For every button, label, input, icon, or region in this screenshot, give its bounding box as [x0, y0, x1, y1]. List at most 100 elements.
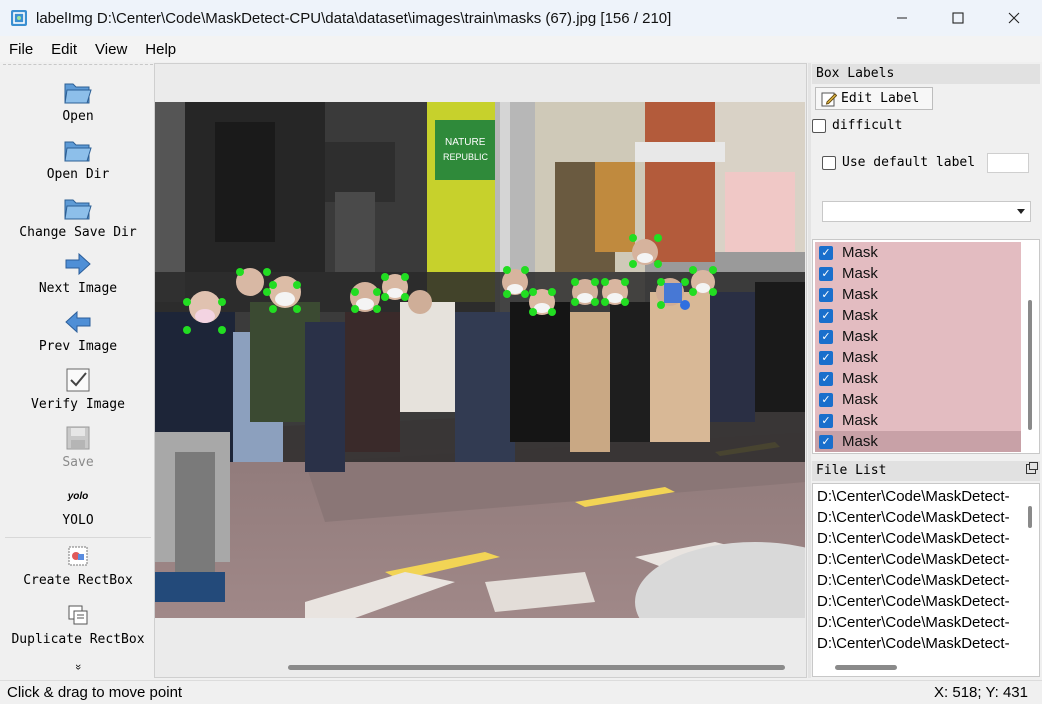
change-save-dir-button[interactable]: Change Save Dir: [3, 193, 153, 240]
annotation-points-layer[interactable]: [155, 102, 805, 618]
annotation-point[interactable]: [571, 278, 579, 286]
checkbox-checked-icon[interactable]: ✓: [819, 266, 833, 281]
file-list-horizontal-scroll-thumb[interactable]: [835, 665, 897, 670]
checkbox-checked-icon[interactable]: ✓: [819, 245, 833, 260]
annotation-point[interactable]: [401, 273, 409, 281]
label-list-item[interactable]: ✓ Mask: [815, 410, 1021, 431]
annotation-point[interactable]: [351, 288, 359, 296]
annotation-point[interactable]: [236, 268, 244, 276]
annotation-point[interactable]: [263, 268, 271, 276]
annotation-point[interactable]: [521, 290, 529, 298]
annotation-point[interactable]: [269, 281, 277, 289]
menu-edit[interactable]: Edit: [42, 41, 86, 58]
annotation-point[interactable]: [591, 298, 599, 306]
annotation-point[interactable]: [621, 278, 629, 286]
annotation-point[interactable]: [689, 288, 697, 296]
close-button[interactable]: [986, 0, 1042, 36]
annotation-point[interactable]: [529, 288, 537, 296]
annotation-point[interactable]: [183, 326, 191, 334]
menu-help[interactable]: Help: [136, 41, 185, 58]
toolbar-more-button[interactable]: »: [3, 661, 153, 673]
annotation-point[interactable]: [709, 288, 717, 296]
file-list-item[interactable]: D:\Center\Code\MaskDetect-: [817, 549, 1022, 570]
menu-file[interactable]: File: [0, 41, 42, 58]
annotation-point[interactable]: [351, 305, 359, 313]
annotation-point[interactable]: [521, 266, 529, 274]
annotation-point[interactable]: [269, 305, 277, 313]
annotation-point[interactable]: [621, 298, 629, 306]
annotation-point[interactable]: [657, 301, 665, 309]
label-list-item[interactable]: ✓ Mask: [815, 263, 1021, 284]
open-dir-button[interactable]: Open Dir: [3, 135, 153, 182]
annotation-point[interactable]: [401, 293, 409, 301]
annotation-point[interactable]: [373, 288, 381, 296]
annotation-point[interactable]: [601, 278, 609, 286]
annotation-point[interactable]: [293, 305, 301, 313]
checkbox-checked-icon[interactable]: ✓: [819, 413, 833, 428]
open-button[interactable]: Open: [3, 77, 153, 124]
checkbox-checked-icon[interactable]: ✓: [819, 350, 833, 365]
minimize-button[interactable]: [874, 0, 930, 36]
annotation-point[interactable]: [381, 293, 389, 301]
file-list-item[interactable]: D:\Center\Code\MaskDetect-: [817, 507, 1022, 528]
label-list-item[interactable]: ✓ Mask: [815, 347, 1021, 368]
dock-float-icon[interactable]: [1026, 462, 1038, 474]
annotation-point[interactable]: [503, 290, 511, 298]
menu-view[interactable]: View: [86, 41, 136, 58]
checkbox-checked-icon[interactable]: ✓: [819, 434, 833, 449]
label-list-scroll-thumb[interactable]: [1028, 300, 1032, 430]
difficult-checkbox-row[interactable]: difficult: [812, 118, 902, 133]
annotation-point[interactable]: [183, 298, 191, 306]
checkbox-checked-icon[interactable]: ✓: [819, 308, 833, 323]
use-default-label-checkbox[interactable]: [822, 155, 836, 170]
save-button[interactable]: Save: [3, 423, 153, 470]
create-rectbox-button[interactable]: Create RectBox: [3, 541, 153, 588]
label-combo-box[interactable]: [822, 201, 1031, 222]
checkbox-checked-icon[interactable]: ✓: [819, 287, 833, 302]
checkbox-checked-icon[interactable]: ✓: [819, 329, 833, 344]
label-list-item[interactable]: ✓ Mask: [815, 242, 1021, 263]
annotation-point[interactable]: [657, 278, 665, 286]
selected-annotation-box[interactable]: [664, 283, 682, 303]
annotation-point[interactable]: [654, 234, 662, 242]
file-list-item[interactable]: D:\Center\Code\MaskDetect-: [817, 612, 1022, 633]
annotation-point[interactable]: [601, 298, 609, 306]
label-list-item[interactable]: ✓ Mask: [815, 326, 1021, 347]
file-list-vertical-scroll-thumb[interactable]: [1028, 506, 1032, 528]
annotation-point[interactable]: [654, 260, 662, 268]
file-list-item[interactable]: D:\Center\Code\MaskDetect-: [817, 570, 1022, 591]
annotation-point[interactable]: [629, 234, 637, 242]
annotation-point[interactable]: [548, 308, 556, 316]
verify-image-button[interactable]: Verify Image: [3, 365, 153, 412]
annotation-point[interactable]: [591, 278, 599, 286]
box-label-list[interactable]: ✓ Mask ✓ Mask ✓ Mask ✓ Mask ✓ Mask ✓ Mask ✓ Mas…: [812, 239, 1040, 454]
annotation-point[interactable]: [571, 298, 579, 306]
annotation-point[interactable]: [689, 266, 697, 274]
annotation-point[interactable]: [218, 298, 226, 306]
edit-label-button[interactable]: Edit Label: [815, 87, 933, 110]
file-list-item[interactable]: D:\Center\Code\MaskDetect-: [817, 591, 1022, 612]
duplicate-rectbox-button[interactable]: Duplicate RectBox: [3, 600, 153, 647]
annotation-point[interactable]: [381, 273, 389, 281]
label-list-item[interactable]: ✓ Mask: [815, 305, 1021, 326]
annotation-point[interactable]: [218, 326, 226, 334]
annotated-image[interactable]: NATURE REPUBLIC: [155, 102, 805, 618]
annotation-point[interactable]: [548, 288, 556, 296]
file-list-item[interactable]: D:\Center\Code\MaskDetect-: [817, 633, 1022, 654]
label-list-item[interactable]: ✓ Mask: [815, 284, 1021, 305]
annotation-point[interactable]: [629, 260, 637, 268]
annotation-point[interactable]: [373, 305, 381, 313]
label-list-item-selected[interactable]: ✓ Mask: [815, 431, 1021, 452]
maximize-button[interactable]: [930, 0, 986, 36]
default-label-input[interactable]: [987, 153, 1029, 173]
dock-splitter[interactable]: [808, 63, 811, 678]
annotation-point[interactable]: [503, 266, 511, 274]
checkbox-checked-icon[interactable]: ✓: [819, 371, 833, 386]
annotation-point[interactable]: [709, 266, 717, 274]
annotation-point[interactable]: [681, 278, 689, 286]
annotation-point[interactable]: [293, 281, 301, 289]
active-annotation-point[interactable]: [680, 300, 690, 310]
yolo-format-button[interactable]: yolo YOLO: [3, 481, 153, 529]
next-image-button[interactable]: Next Image: [3, 249, 153, 296]
file-list-item[interactable]: D:\Center\Code\MaskDetect-: [817, 528, 1022, 549]
